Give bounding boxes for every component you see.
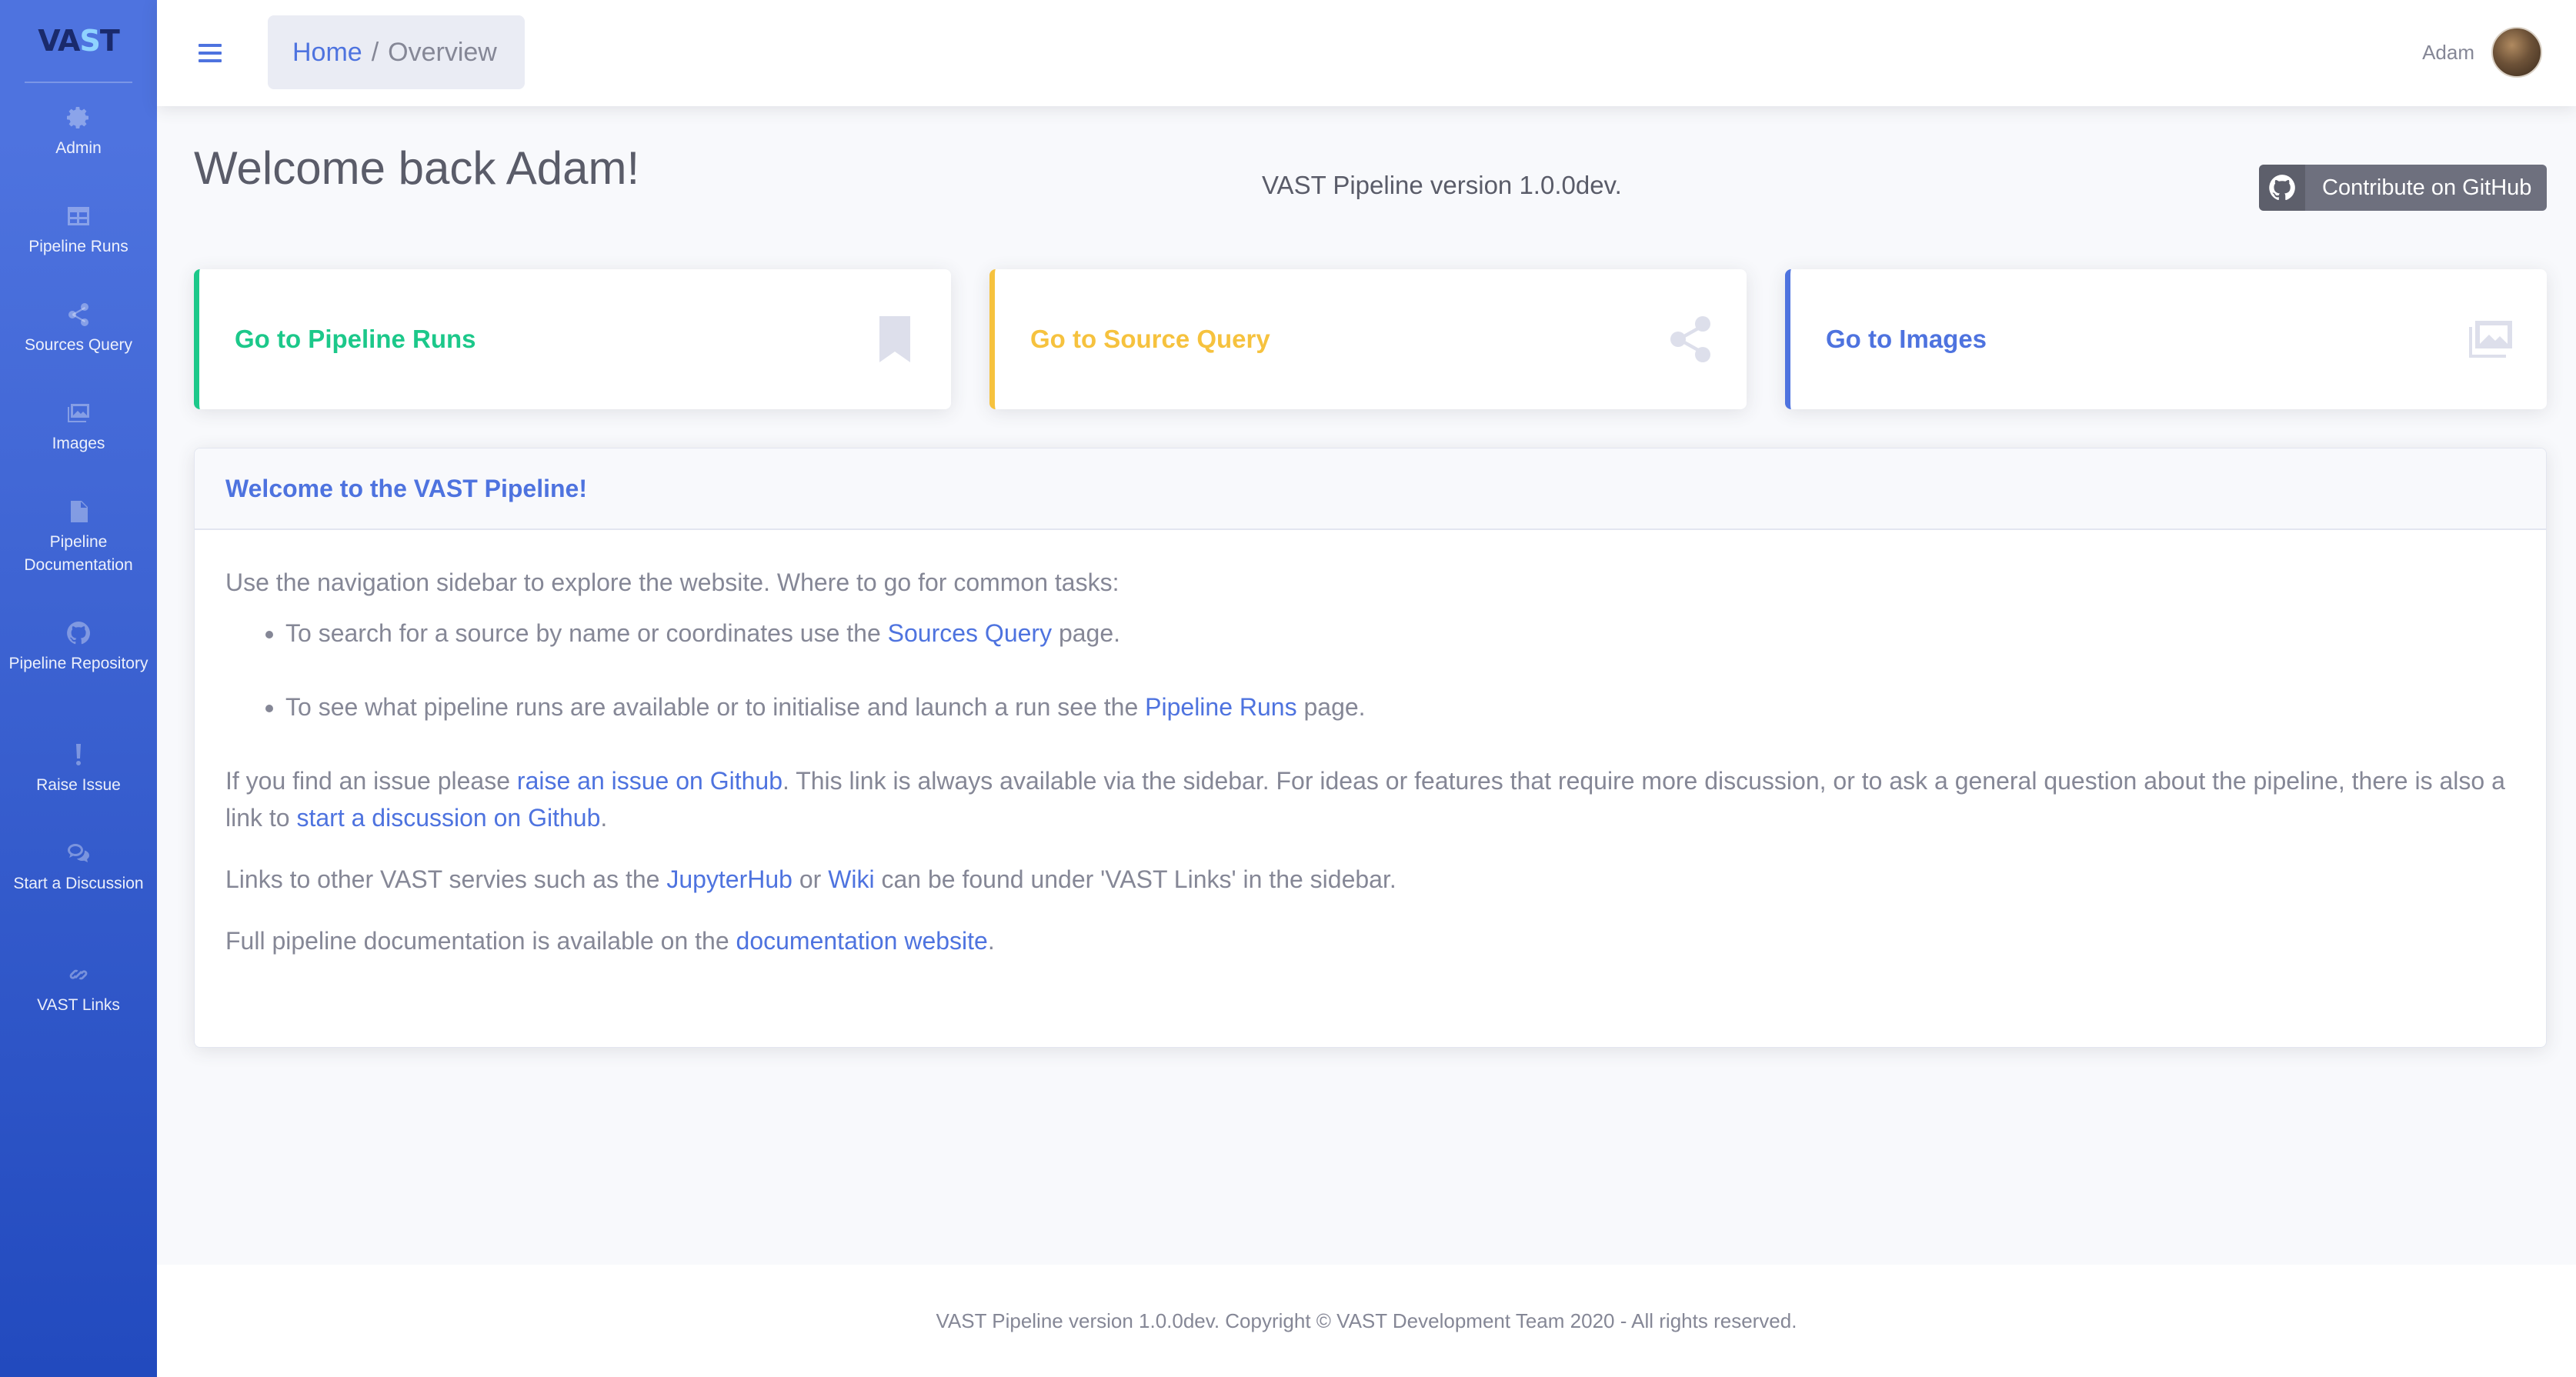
sidebar-brand[interactable]: VAST bbox=[0, 0, 157, 82]
sidebar-item-pipeline-repository[interactable]: Pipeline Repository bbox=[0, 598, 157, 720]
footer: VAST Pipeline version 1.0.0dev. Copyrigh… bbox=[157, 1265, 2576, 1377]
list-item: To see what pipeline runs are available … bbox=[285, 688, 2515, 725]
info-card-body: Use the navigation sidebar to explore th… bbox=[195, 530, 2546, 959]
list-item-text: page. bbox=[1052, 619, 1121, 647]
pipeline-runs-link[interactable]: Pipeline Runs bbox=[1145, 693, 1296, 721]
sidebar-item-label: Pipeline Runs bbox=[28, 238, 128, 255]
sidebar-item-label: Raise Issue bbox=[36, 776, 121, 794]
paragraph-text: can be found under 'VAST Links' in the s… bbox=[874, 865, 1396, 893]
comments-icon bbox=[65, 840, 92, 866]
list-item-text: To search for a source by name or coordi… bbox=[285, 619, 888, 647]
table-icon bbox=[65, 203, 92, 229]
paragraph-text: Full pipeline documentation is available… bbox=[225, 927, 736, 955]
exclamation-icon bbox=[65, 742, 92, 768]
sidebar-item-images[interactable]: Images bbox=[0, 378, 157, 477]
sidebar-item-label: Start a Discussion bbox=[13, 875, 144, 892]
breadcrumb-separator: / bbox=[371, 37, 379, 67]
bookmark-icon bbox=[868, 312, 922, 366]
task-list: To search for a source by name or coordi… bbox=[225, 615, 2515, 725]
contribute-github-button[interactable]: Contribute on GitHub bbox=[2259, 165, 2547, 211]
list-item: To search for a source by name or coordi… bbox=[285, 615, 2515, 652]
breadcrumb: Home / Overview bbox=[268, 15, 525, 89]
sidebar-item-raise-issue[interactable]: Raise Issue bbox=[0, 720, 157, 819]
intro-text: Use the navigation sidebar to explore th… bbox=[225, 568, 1119, 596]
topbar: Home / Overview Adam bbox=[157, 0, 2576, 106]
user-name: Adam bbox=[2422, 40, 2474, 64]
sidebar-item-label: Pipeline Repository bbox=[8, 655, 148, 672]
user-dropdown[interactable]: Adam bbox=[2422, 26, 2542, 78]
avatar bbox=[2491, 27, 2542, 78]
images-icon bbox=[2464, 312, 2518, 366]
documentation-link[interactable]: documentation website bbox=[736, 927, 988, 955]
card-source-query[interactable]: Go to Source Query bbox=[989, 269, 1747, 409]
jupyterhub-link[interactable]: JupyterHub bbox=[666, 865, 792, 893]
raise-issue-link[interactable]: raise an issue on Github bbox=[517, 767, 782, 795]
docs-paragraph: Full pipeline documentation is available… bbox=[225, 922, 2515, 959]
paragraph-text: . bbox=[600, 804, 608, 832]
info-card-header: Welcome to the VAST Pipeline! bbox=[195, 448, 2546, 530]
sidebar-item-label: Images bbox=[52, 435, 105, 452]
sidebar-item-label: Admin bbox=[55, 139, 102, 157]
hamburger-icon bbox=[199, 44, 222, 62]
list-item-text: To see what pipeline runs are available … bbox=[285, 693, 1146, 721]
sidebar-item-label: Pipeline Documentation bbox=[24, 533, 133, 574]
breadcrumb-home-link[interactable]: Home bbox=[292, 38, 362, 68]
breadcrumb-current: Overview bbox=[388, 37, 497, 67]
card-label: Go to Source Query bbox=[1030, 325, 1270, 353]
paragraph-text: or bbox=[792, 865, 829, 893]
gear-icon bbox=[65, 105, 92, 131]
start-discussion-link[interactable]: start a discussion on Github bbox=[296, 804, 600, 832]
version-text: VAST Pipeline version 1.0.0dev. bbox=[1262, 171, 1622, 199]
wiki-link[interactable]: Wiki bbox=[828, 865, 874, 893]
card-images[interactable]: Go to Images bbox=[1785, 269, 2547, 409]
sidebar-item-label: VAST Links bbox=[37, 996, 120, 1014]
card-label: Go to Pipeline Runs bbox=[235, 325, 476, 353]
links-paragraph: Links to other VAST servies such as the … bbox=[225, 861, 2515, 898]
card-pipeline-runs[interactable]: Go to Pipeline Runs bbox=[194, 269, 951, 409]
images-icon bbox=[65, 400, 92, 426]
sidebar-item-admin[interactable]: Admin bbox=[0, 83, 157, 182]
paragraph-text: Links to other VAST servies such as the bbox=[225, 865, 667, 893]
link-icon bbox=[65, 962, 92, 988]
github-icon bbox=[65, 620, 92, 646]
card-label: Go to Images bbox=[1826, 325, 1987, 353]
share-icon bbox=[65, 302, 92, 328]
nav-card-row: Go to Pipeline Runs Go to Source Query G… bbox=[194, 269, 2547, 409]
contribute-github-label: Contribute on GitHub bbox=[2322, 175, 2532, 200]
info-card-title: Welcome to the VAST Pipeline! bbox=[225, 474, 587, 502]
vast-logo[interactable]: VAST bbox=[38, 24, 120, 58]
sources-query-link[interactable]: Sources Query bbox=[888, 619, 1052, 647]
page-title: Welcome back Adam! bbox=[194, 142, 640, 194]
sidebar-toggle-button[interactable] bbox=[192, 35, 228, 71]
sidebar-item-start-discussion[interactable]: Start a Discussion bbox=[0, 819, 157, 940]
footer-copyright: VAST Pipeline version 1.0.0dev. Copyrigh… bbox=[936, 1309, 1797, 1332]
paragraph-text: If you find an issue please bbox=[225, 767, 517, 795]
issue-paragraph: If you find an issue please raise an iss… bbox=[225, 762, 2515, 836]
github-icon bbox=[2259, 165, 2305, 211]
sidebar-item-sources-query[interactable]: Sources Query bbox=[0, 280, 157, 378]
share-icon bbox=[1663, 312, 1717, 366]
list-item-text: page. bbox=[1296, 693, 1366, 721]
sidebar-item-pipeline-runs[interactable]: Pipeline Runs bbox=[0, 182, 157, 280]
file-icon bbox=[65, 498, 92, 525]
sidebar-item-label: Sources Query bbox=[24, 336, 133, 354]
sidebar-item-pipeline-documentation[interactable]: Pipeline Documentation bbox=[0, 477, 157, 598]
paragraph-text: . bbox=[987, 927, 995, 955]
sidebar-item-vast-links[interactable]: VAST Links bbox=[0, 940, 157, 1039]
sidebar: VAST Admin Pipeline Runs Sources Query I… bbox=[0, 0, 157, 1377]
welcome-info-card: Welcome to the VAST Pipeline! Use the na… bbox=[194, 448, 2547, 1048]
